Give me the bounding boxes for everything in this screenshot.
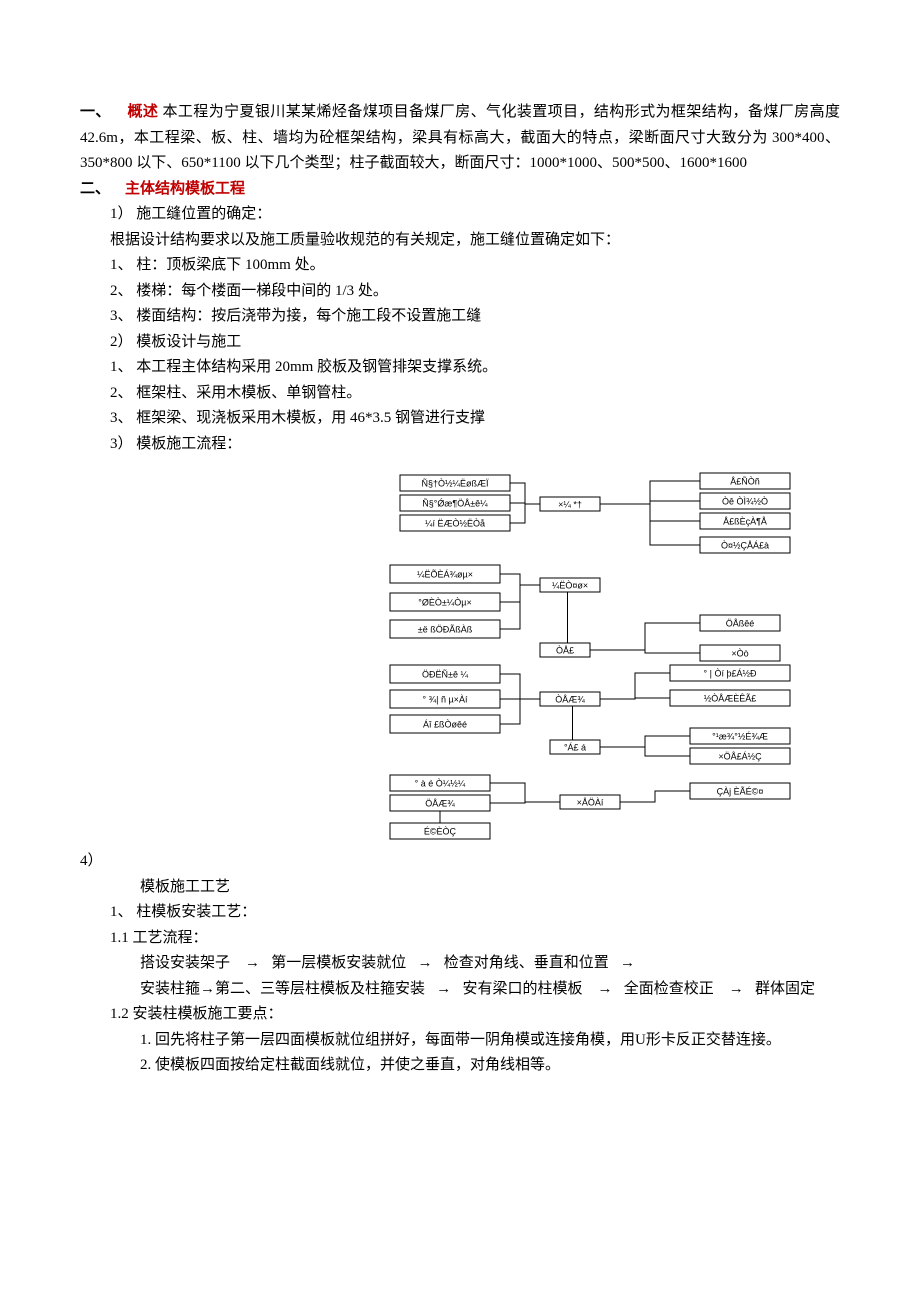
arrow-icon: → (245, 955, 260, 971)
svg-text:½ÒÅÆÈÊÃ£: ½ÒÅÆÈÊÃ£ (704, 693, 757, 703)
svg-text:ÖÅßêé: ÖÅßêé (726, 618, 755, 628)
svg-text:° | Òí þ£Á½Ð: ° | Òí þ£Á½Ð (704, 668, 757, 678)
section1-num: 一、 (80, 104, 111, 120)
svg-text:Ñ§°Ǿæ¶ÖÅ±ê¼: Ñ§°Ǿæ¶ÖÅ±ê¼ (422, 498, 488, 508)
tail-t4: 搭设安装架子 (140, 955, 230, 971)
svg-text:ÇÀj ÈÃÉ©¤: ÇÀj ÈÃÉ©¤ (717, 786, 764, 796)
tail-t9: 全面检查校正 (624, 981, 714, 997)
arrow-icon: → (620, 955, 635, 971)
tail-t10: 群体固定 (755, 981, 815, 997)
svg-text:° à é Ò¼½¼: ° à é Ò¼½¼ (415, 778, 466, 788)
svg-text:×ÖÅ£Á½Ç: ×ÖÅ£Á½Ç (718, 751, 762, 761)
tail-t1: 模板施工工艺 (80, 875, 840, 901)
svg-text:×¼ *†: ×¼ *† (558, 499, 582, 509)
svg-text:° ¾| ñ µ×Àí: ° ¾| ñ µ×Àí (423, 694, 468, 704)
tail-flow1: 搭设安装架子 → 第一层模板安装就位 → 检查对角线、垂直和位置 → (80, 951, 840, 977)
svg-text:×ÅÖÀí: ×ÅÖÀí (577, 797, 604, 807)
svg-text:±ë ßÖÐÃßÀß: ±ë ßÖÐÃßÀß (418, 624, 473, 634)
svg-text:°¹æ¾°½É¾Æ: °¹æ¾°½É¾Æ (712, 731, 768, 741)
tail-t5: 第一层模板安装就位 (271, 955, 406, 971)
svg-text:ÒÅ£: ÒÅ£ (556, 645, 574, 655)
svg-text:¼ËÒ¤ø×: ¼ËÒ¤ø× (552, 580, 588, 590)
svg-text:ÖÐËÑ±ê ¼: ÖÐËÑ±ê ¼ (422, 669, 468, 679)
s2-p6: 2） 模板设计与施工 (80, 330, 840, 356)
svg-text:Å£ÑÒñ: Å£ÑÒñ (730, 476, 760, 486)
svg-text:Áî £ßÒøêé: Áî £ßÒøêé (423, 719, 467, 729)
tail-flow2: 安装柱箍→第二、三等层柱模板及柱箍安装 → 安有梁口的柱模板 → 全面检查校正 … (80, 977, 840, 1003)
svg-text:É©ÈÒÇ: É©ÈÒÇ (424, 826, 457, 836)
svg-text:Ñ§†Ò½¼ËøßÆÏ: Ñ§†Ò½¼ËøßÆÏ (421, 478, 489, 488)
svg-text:×Òò: ×Òò (731, 648, 748, 658)
arrow-icon: → (729, 981, 744, 997)
section1: 一、 概述 本工程为宁夏银川某某烯烃备煤项目备煤厂房、气化装置项目，结构形式为框… (80, 100, 840, 177)
tail-t2: 1、 柱模板安装工艺： (80, 900, 840, 926)
tail-t11: 1.2 安装柱模板施工要点： (80, 1002, 840, 1028)
s2-p5: 3、 楼面结构：按后浇带为接，每个施工段不设置施工缝 (80, 304, 840, 330)
s2-p9: 3、 框架梁、现浇板采用木模板，用 46*3.5 钢管进行支撑 (80, 406, 840, 432)
svg-text:°ØÈÒ±¼Òµ×: °ØÈÒ±¼Òµ× (418, 597, 472, 607)
arrow-icon: → (418, 955, 433, 971)
svg-text:Òê ÒÌ¾½Ò: Òê ÒÌ¾½Ò (722, 496, 768, 506)
section1-title: 概述 (127, 104, 158, 120)
svg-text:¼í ËÆÒ½ËÒå: ¼í ËÆÒ½ËÒå (425, 518, 485, 528)
svg-text:ÖÅÆ¾: ÖÅÆ¾ (425, 798, 455, 808)
s2-p1: 1） 施工缝位置的确定： (80, 202, 840, 228)
s2-p4: 2、 楼梯：每个楼面一梯段中间的 1/3 处。 (80, 279, 840, 305)
tail-t6: 检查对角线、垂直和位置 (444, 955, 609, 971)
tail-t8: 安有梁口的柱模板 (463, 981, 583, 997)
svg-text:°Á£ á: °Á£ á (564, 742, 586, 752)
s2-p8: 2、 框架柱、采用木模板、单钢管柱。 (80, 381, 840, 407)
svg-text:ÒÅÆ¾: ÒÅÆ¾ (555, 694, 585, 704)
s2-p11: 4） (80, 849, 840, 875)
section2-num: 二、 (80, 181, 110, 197)
section2-title: 主体结构模板工程 (125, 181, 245, 197)
section1-text: 本工程为宁夏银川某某烯烃备煤项目备煤厂房、气化装置项目，结构形式为框架结构，备煤… (80, 104, 840, 171)
tail-t3: 1.1 工艺流程： (80, 926, 840, 952)
s2-p10: 3） 模板施工流程： (80, 432, 840, 458)
arrow-icon: → (436, 981, 451, 997)
arrow-icon: → (598, 981, 613, 997)
tail-t12: 1. 回先将柱子第一层四面模板就位组拼好，每面带一阴角模或连接角模，用U形卡反正… (80, 1028, 840, 1054)
s2-p2: 根据设计结构要求以及施工质量验收规范的有关规定，施工缝位置确定如下： (80, 228, 840, 254)
flowchart: Ñ§†Ò½¼ËøßÆÏ Ñ§°Ǿæ¶ÖÅ±ê¼ ¼í ËÆÒ½ËÒå ×¼ *† Å£Ñ… (200, 465, 800, 845)
s2-p3: 1、 柱：顶板梁底下 100mm 处。 (80, 253, 840, 279)
svg-text:¼ËÕÈÁ¾øµ×: ¼ËÕÈÁ¾øµ× (417, 569, 473, 579)
s2-p7: 1、 本工程主体结构采用 20mm 胶板及钢管排架支撑系统。 (80, 355, 840, 381)
svg-text:Ò¤½ÇÅÁ£à: Ò¤½ÇÅÁ£à (721, 540, 769, 550)
svg-text:Å£ßÈçÀ¶Å: Å£ßÈçÀ¶Å (723, 516, 767, 526)
section2-header: 二、 主体结构模板工程 (80, 177, 840, 203)
tail-t7: 安装柱箍→第二、三等层柱模板及柱箍安装 (140, 981, 425, 997)
tail-t13: 2. 使模板四面按给定柱截面线就位，并使之垂直，对角线相等。 (80, 1053, 840, 1079)
